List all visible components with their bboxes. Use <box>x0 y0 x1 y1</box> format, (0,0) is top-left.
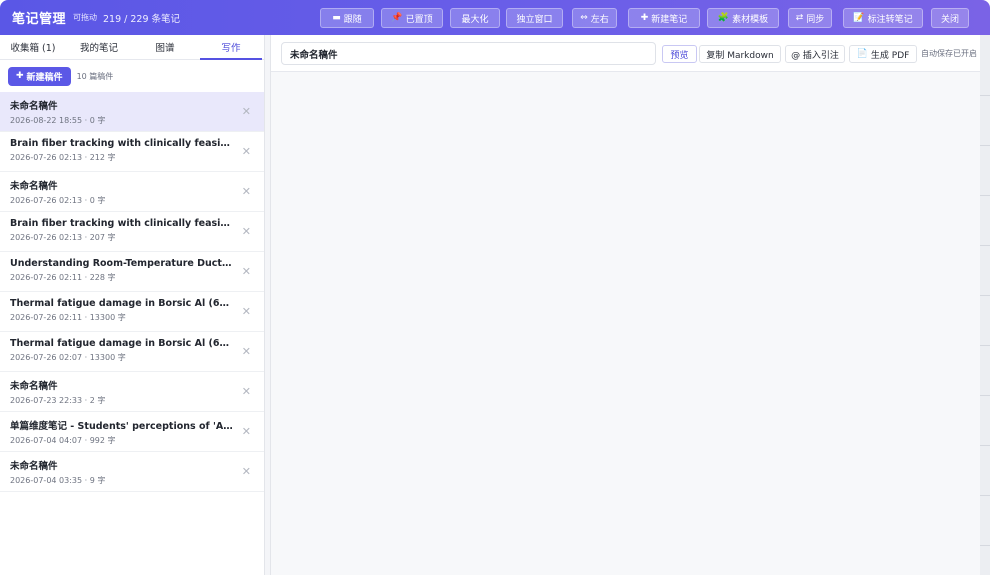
draft-meta: 2026-07-26 02:07 · 13300 字 <box>10 353 126 362</box>
close-label: 关闭 <box>940 14 959 25</box>
draft-meta: 2026-07-23 22:33 · 2 字 <box>10 396 106 405</box>
detach-window-button[interactable]: 独立窗口 <box>506 8 563 28</box>
follow-button[interactable]: ▬ 跟随 <box>320 8 374 28</box>
draft-title: Brain fiber tracking with clinically fea… <box>10 218 234 229</box>
draft-list-item[interactable]: 未命名稿件 2026-08-22 18:55 · 0 字 ✕ <box>0 92 264 132</box>
close-icon[interactable]: ✕ <box>242 425 251 438</box>
pin-icon: 📌 <box>391 13 403 23</box>
draft-meta: 2026-07-26 02:13 · 0 字 <box>10 196 106 205</box>
draft-list-item[interactable]: 未命名稿件 2026-07-23 22:33 · 2 字 ✕ <box>0 372 264 412</box>
preview-button[interactable]: 预览 <box>662 45 697 63</box>
close-icon[interactable]: ✕ <box>242 385 251 398</box>
draft-title: 未命名稿件 <box>10 101 58 112</box>
annotation-to-note-label: 标注转笔记 <box>867 14 913 25</box>
close-icon[interactable]: ✕ <box>242 305 251 318</box>
draft-meta: 2026-07-26 02:11 · 228 字 <box>10 273 116 282</box>
close-icon[interactable]: ✕ <box>242 225 251 238</box>
close-icon[interactable]: ✕ <box>242 265 251 278</box>
document-icon: 📄 <box>856 49 868 59</box>
autosave-status: 自动保存已开启 <box>921 49 977 58</box>
split-layout-label: 左右 <box>590 14 609 25</box>
split-icon: ⇔ <box>580 13 588 23</box>
draft-list: 未命名稿件 2026-08-22 18:55 · 0 字 ✕ Brain fiber … <box>0 92 264 492</box>
minus-icon: ▬ <box>332 13 341 23</box>
header-bar[interactable]: 笔记管理 可拖动 219 / 229 条笔记 ▬ 跟随 📌 已置顶 最大化 独立窗口 ⇔ 左右… <box>0 0 990 35</box>
close-icon[interactable]: ✕ <box>242 465 251 478</box>
draft-list-item[interactable]: Thermal fatigue damage in Borsic Al (606… <box>0 292 264 332</box>
draft-actions: ✚ 新建稿件 10 篇稿件 <box>0 60 264 92</box>
generate-pdf-label: 生成 PDF <box>870 50 910 61</box>
draft-list-item[interactable]: 未命名稿件 2026-07-26 02:13 · 0 字 ✕ <box>0 172 264 212</box>
draft-meta: 2026-07-04 03:35 · 9 字 <box>10 476 106 485</box>
sidebar: 收集箱 (1) 我的笔记 图谱 写作 ✚ 新建稿件 10 篇稿件 未命名稿件 20… <box>0 35 265 575</box>
tab-my-notes[interactable]: 我的笔记 <box>66 35 132 59</box>
draft-title: Thermal fatigue damage in Borsic Al (606… <box>10 298 234 309</box>
puzzle-icon: 🧩 <box>717 13 730 23</box>
annotation-to-note-button[interactable]: 📝 标注转笔记 <box>843 8 923 28</box>
draft-count: 10 篇稿件 <box>76 71 114 81</box>
tab-inbox[interactable]: 收集箱 (1) <box>0 35 66 59</box>
notes-manager-window: 笔记管理 可拖动 219 / 229 条笔记 ▬ 跟随 📌 已置顶 最大化 独立窗口 ⇔ 左右… <box>0 0 990 575</box>
draft-title: 未命名稿件 <box>10 381 58 392</box>
tab-graph[interactable]: 图谱 <box>132 35 198 59</box>
draft-list-item[interactable]: Brain fiber tracking with clinically fea… <box>0 212 264 252</box>
editor-pane: 预览 复制 Markdown @ 插入引注 📄 生成 PDF 自动保存已开启 <box>270 35 990 575</box>
template-button[interactable]: 🧩 素材模板 <box>707 8 779 28</box>
new-note-button[interactable]: ✚ 新建笔记 <box>628 8 700 28</box>
insert-citation-button[interactable]: @ 插入引注 <box>785 45 845 63</box>
new-draft-button[interactable]: ✚ 新建稿件 <box>8 66 71 86</box>
generate-pdf-button[interactable]: 📄 生成 PDF <box>849 45 917 63</box>
close-icon[interactable]: ✕ <box>242 345 251 358</box>
template-label: 素材模板 <box>732 14 769 25</box>
maximize-label: 最大化 <box>461 14 489 25</box>
close-icon[interactable]: ✕ <box>242 145 251 158</box>
pinned-label: 已置顶 <box>405 14 433 25</box>
editor-toolbar: 预览 复制 Markdown @ 插入引注 📄 生成 PDF 自动保存已开启 <box>271 35 990 72</box>
draft-meta: 2026-08-22 18:55 · 0 字 <box>10 116 106 125</box>
detach-window-label: 独立窗口 <box>516 14 553 25</box>
sidebar-tabs: 收集箱 (1) 我的笔记 图谱 写作 <box>0 35 264 60</box>
sync-label: 同步 <box>806 14 825 25</box>
draft-title-input[interactable] <box>281 42 656 65</box>
draft-meta: 2026-07-04 04:07 · 992 字 <box>10 436 116 445</box>
close-icon[interactable]: ✕ <box>242 105 251 118</box>
sync-icon: ⇄ <box>795 13 804 23</box>
copy-markdown-button[interactable]: 复制 Markdown <box>699 45 781 63</box>
memo-icon: 📝 <box>853 13 865 23</box>
draft-title: 未命名稿件 <box>10 461 58 472</box>
split-layout-button[interactable]: ⇔ 左右 <box>572 8 617 28</box>
app-title: 笔记管理 <box>12 12 67 27</box>
draft-meta: 2026-07-26 02:13 · 212 字 <box>10 153 116 162</box>
draft-title: 未命名稿件 <box>10 181 58 192</box>
follow-label: 跟随 <box>343 14 362 25</box>
draft-title: Brain fiber tracking with clinically fea… <box>10 138 234 149</box>
draft-list-item[interactable]: 未命名稿件 2026-07-04 03:35 · 9 字 ✕ <box>0 452 264 492</box>
background-window-edge <box>980 35 990 575</box>
sync-button[interactable]: ⇄ 同步 <box>788 8 832 28</box>
draft-meta: 2026-07-26 02:13 · 207 字 <box>10 233 116 242</box>
maximize-button[interactable]: 最大化 <box>450 8 500 28</box>
draft-list-item[interactable]: 单篇维度笔记 - Students' perceptions of 'AI-gi… <box>0 412 264 452</box>
close-icon[interactable]: ✕ <box>242 185 251 198</box>
draft-title: 单篇维度笔记 - Students' perceptions of 'AI-gi… <box>10 421 234 432</box>
new-draft-label: 新建稿件 <box>26 72 63 83</box>
new-note-label: 新建笔记 <box>651 14 688 25</box>
drag-hint: 可拖动 <box>73 13 98 22</box>
draft-title: Thermal fatigue damage in Borsic Al (606… <box>10 338 234 349</box>
note-count: 219 / 229 条笔记 <box>103 13 181 25</box>
draft-title: Understanding Room-Temperature Ductility… <box>10 258 234 269</box>
pinned-button[interactable]: 📌 已置顶 <box>381 8 443 28</box>
close-button[interactable]: 关闭 <box>931 8 969 28</box>
editor-canvas[interactable] <box>271 73 981 575</box>
draft-list-item[interactable]: Understanding Room-Temperature Ductility… <box>0 252 264 292</box>
draft-list-item[interactable]: Brain fiber tracking with clinically fea… <box>0 132 264 172</box>
draft-meta: 2026-07-26 02:11 · 13300 字 <box>10 313 126 322</box>
draft-list-item[interactable]: Thermal fatigue damage in Borsic Al (606… <box>0 332 264 372</box>
plus-icon: ✚ <box>16 71 24 81</box>
tab-writing[interactable]: 写作 <box>198 35 264 60</box>
plus-icon: ✚ <box>640 13 649 23</box>
